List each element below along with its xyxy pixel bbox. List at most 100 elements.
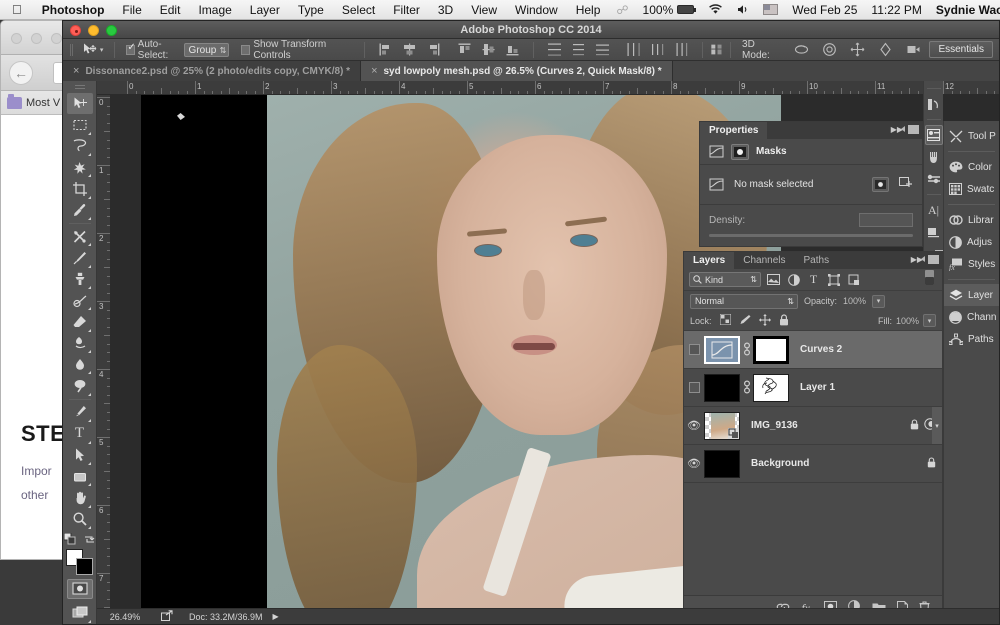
window-close-button[interactable] — [70, 25, 81, 36]
layer-name[interactable]: Curves 2 — [800, 344, 842, 355]
workspace-switcher[interactable]: Essentials — [929, 41, 994, 58]
opacity-value[interactable]: 100% — [843, 296, 867, 306]
pixel-mask-icon[interactable] — [731, 143, 749, 160]
layer-thumbnail-background[interactable] — [704, 449, 740, 478]
density-input[interactable] — [859, 213, 913, 227]
horizontal-ruler[interactable]: 0 1 2 3 4 5 6 7 8 9 10 11 12 — [97, 81, 999, 95]
opacity-stepper[interactable]: ▾ — [872, 294, 886, 308]
show-transform-checkbox[interactable] — [241, 44, 251, 55]
layer-thumbnail-black[interactable] — [704, 373, 740, 402]
lock-position-icon[interactable] — [758, 313, 771, 328]
share-on-behance-icon[interactable] — [153, 609, 181, 624]
hand-tool-icon[interactable] — [67, 487, 93, 508]
eraser-tool-icon[interactable] — [67, 311, 93, 332]
flyout-item-tool-presets[interactable]: Tool P — [944, 125, 999, 147]
flyout-item-styles[interactable]: fx Styles — [944, 253, 999, 275]
flyout-item-paths[interactable]: Paths — [944, 328, 999, 350]
input-source-flag-icon[interactable] — [756, 4, 785, 15]
toolbox-grip[interactable] — [73, 83, 87, 91]
menu-layer[interactable]: Layer — [241, 3, 289, 17]
auto-align-layers-icon[interactable] — [710, 42, 723, 57]
table-row[interactable]: 👁 Background — [684, 445, 942, 483]
layer-mask-thumbnail[interactable] — [753, 335, 789, 364]
menu-image[interactable]: Image — [189, 3, 240, 17]
tab-paths[interactable]: Paths — [795, 252, 839, 269]
background-color-swatch[interactable] — [75, 557, 93, 575]
document-tab-dissonance2[interactable]: × Dissonance2.psd @ 25% (2 photo/edits c… — [63, 61, 362, 81]
browser-close-button[interactable] — [11, 33, 22, 44]
density-slider[interactable] — [709, 234, 913, 237]
apple-icon[interactable]:  — [0, 3, 33, 16]
lock-all-icon[interactable] — [779, 313, 789, 328]
window-minimize-button[interactable] — [88, 25, 99, 36]
menu-3d[interactable]: 3D — [429, 3, 462, 17]
active-tool-indicator[interactable]: ▾ — [76, 42, 110, 57]
fill-value[interactable]: 100% — [895, 315, 919, 326]
chevron-down-icon[interactable]: ▾ — [100, 46, 104, 54]
flyout-item-layers[interactable]: Layer — [944, 284, 999, 306]
zoom-level[interactable]: 26.49% — [97, 612, 153, 622]
auto-select-scope-dropdown[interactable]: Group — [183, 42, 230, 57]
lasso-tool-icon[interactable] — [67, 136, 93, 157]
rectangular-marquee-tool-icon[interactable] — [67, 114, 93, 135]
layer-list[interactable]: Curves 2 Layer 1 👁 IMG_9136 ▾ 👁 Backgrou… — [684, 331, 942, 595]
default-foreground-background-colors-icon[interactable] — [63, 532, 77, 546]
window-maximize-button[interactable] — [106, 25, 117, 36]
color-swatches[interactable] — [65, 548, 94, 575]
browser-minimize-button[interactable] — [31, 33, 42, 44]
panel-menu-icon[interactable] — [921, 255, 939, 264]
brush-tool-icon[interactable] — [67, 247, 93, 268]
close-icon[interactable]: × — [371, 65, 377, 77]
menu-edit[interactable]: Edit — [151, 3, 190, 17]
layer-name[interactable]: Layer 1 — [800, 382, 835, 393]
paragraph-panel-icon[interactable] — [925, 222, 943, 242]
bluetooth-icon[interactable]: ☍ — [609, 3, 635, 17]
dodge-tool-icon[interactable] — [67, 375, 93, 396]
rectangle-tool-icon[interactable] — [67, 466, 93, 487]
history-panel-icon[interactable] — [925, 94, 943, 114]
flyout-item-swatches[interactable]: Swatc — [944, 178, 999, 200]
filter-smart-objects-icon[interactable] — [846, 272, 861, 287]
edit-in-quick-mask-mode-icon[interactable] — [66, 578, 93, 599]
wifi-icon[interactable] — [701, 4, 730, 15]
history-brush-tool-icon[interactable] — [67, 290, 93, 311]
battery-status[interactable]: 100% — [636, 3, 702, 17]
table-row[interactable]: 👁 IMG_9136 ▾ — [684, 407, 942, 445]
menu-type[interactable]: Type — [289, 3, 333, 17]
brush-presets-panel-icon[interactable] — [925, 169, 943, 189]
menu-view[interactable]: View — [462, 3, 506, 17]
chevron-down-icon[interactable]: ▾ — [932, 407, 942, 444]
distribute-vertical-group[interactable] — [539, 42, 618, 57]
bookmark-label[interactable]: Most V — [26, 97, 60, 109]
filter-toggle-switch-icon[interactable] — [925, 269, 934, 290]
layer-name[interactable]: Background — [751, 458, 809, 469]
browser-maximize-button[interactable] — [51, 33, 62, 44]
layer-thumbnail-photo[interactable] — [704, 411, 740, 440]
menubar-user[interactable]: Sydnie Wachs — [929, 3, 1000, 17]
flyout-item-adjustments[interactable]: Adjus — [944, 231, 999, 253]
layer-thumbnail-curves[interactable] — [704, 335, 740, 364]
layer-name[interactable]: IMG_9136 — [751, 420, 798, 431]
layer-visibility-toggle[interactable]: 👁 — [684, 457, 704, 470]
pen-tool-icon[interactable] — [67, 402, 93, 423]
change-screen-mode-icon[interactable] — [67, 603, 93, 624]
properties-panel-icon[interactable] — [924, 125, 943, 145]
table-row[interactable]: Curves 2 — [684, 331, 942, 369]
fill-stepper[interactable]: ▾ — [923, 314, 936, 327]
lock-image-pixels-icon[interactable] — [739, 314, 751, 327]
menu-filter[interactable]: Filter — [384, 3, 429, 17]
options-bar-grip[interactable] — [67, 42, 76, 58]
horizontal-type-tool-icon[interactable]: T — [67, 423, 93, 444]
add-vector-mask-icon[interactable] — [899, 176, 913, 193]
filter-shape-layers-icon[interactable] — [826, 272, 841, 287]
link-icon[interactable] — [742, 379, 751, 396]
menu-select[interactable]: Select — [333, 3, 384, 17]
menu-photoshop[interactable]: Photoshop — [33, 3, 114, 17]
eyedropper-tool-icon[interactable] — [67, 200, 93, 221]
filter-pixel-layers-icon[interactable] — [766, 272, 781, 287]
table-row[interactable]: Layer 1 — [684, 369, 942, 407]
character-panel-icon[interactable]: A| — [925, 200, 943, 220]
spot-healing-brush-tool-icon[interactable] — [67, 226, 93, 247]
blend-mode-dropdown[interactable]: Normal — [690, 293, 798, 309]
layer-visibility-toggle[interactable] — [684, 344, 704, 355]
